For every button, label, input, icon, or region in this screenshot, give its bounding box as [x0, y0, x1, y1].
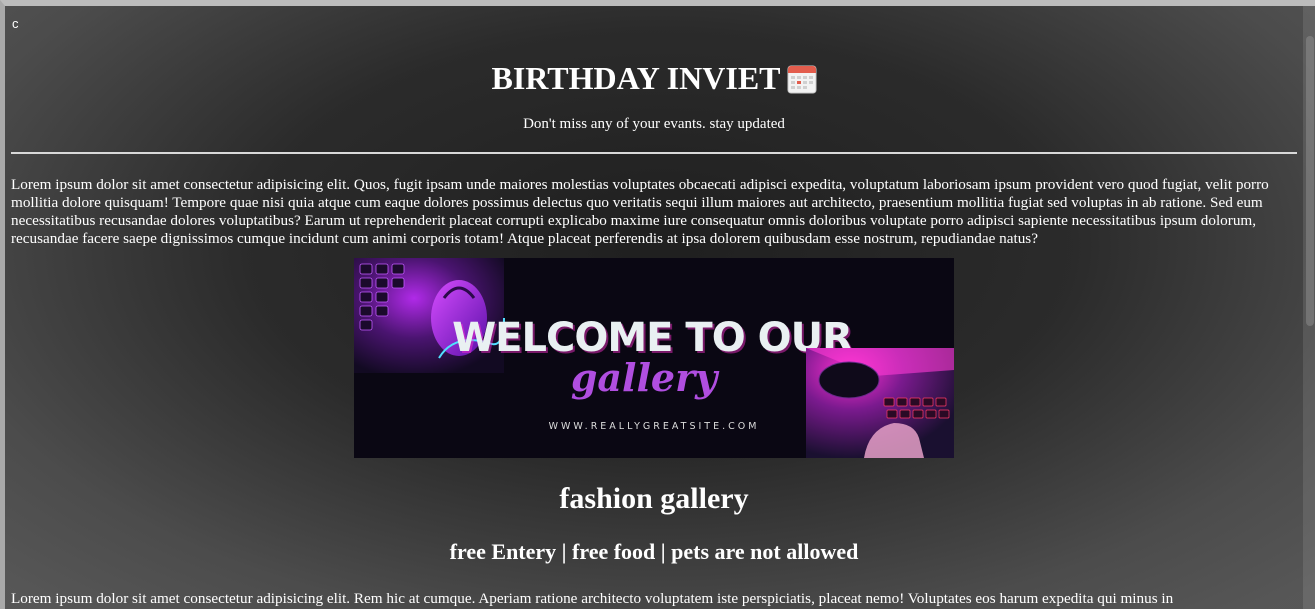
outro-paragraph: Lorem ipsum dolor sit amet consectetur a…: [11, 590, 1174, 607]
page-title: BIRTHDAY INVIET: [491, 58, 817, 98]
gallery-banner-image: WELCOME TO OUR WELCOME TO OUR gallery WW…: [354, 258, 954, 458]
tagline: Don't miss any of your evants. stay upda…: [523, 116, 785, 132]
banner-website: WWW.REALLYGREATSITE.COM: [549, 421, 760, 432]
gallery-title: fashion gallery: [559, 482, 749, 515]
scrollbar-thumb[interactable]: [1306, 36, 1314, 326]
corner-letter: c: [12, 16, 19, 31]
intro-paragraph: Lorem ipsum dolor sit amet consectetur a…: [11, 176, 1269, 247]
page-header: BIRTHDAY INVIET Don't miss any of your e…: [11, 58, 1297, 133]
calendar-icon: [787, 63, 817, 94]
page-title-text: BIRTHDAY INVIET: [491, 60, 781, 96]
page-viewport: c BIRTHDAY INVIET Don't miss any of your…: [0, 0, 1315, 609]
gallery-info: free Entery | free food | pets are not a…: [449, 539, 859, 564]
banner-script: gallery: [571, 355, 720, 400]
header-divider: [11, 152, 1297, 154]
vertical-scrollbar[interactable]: [1303, 6, 1315, 609]
